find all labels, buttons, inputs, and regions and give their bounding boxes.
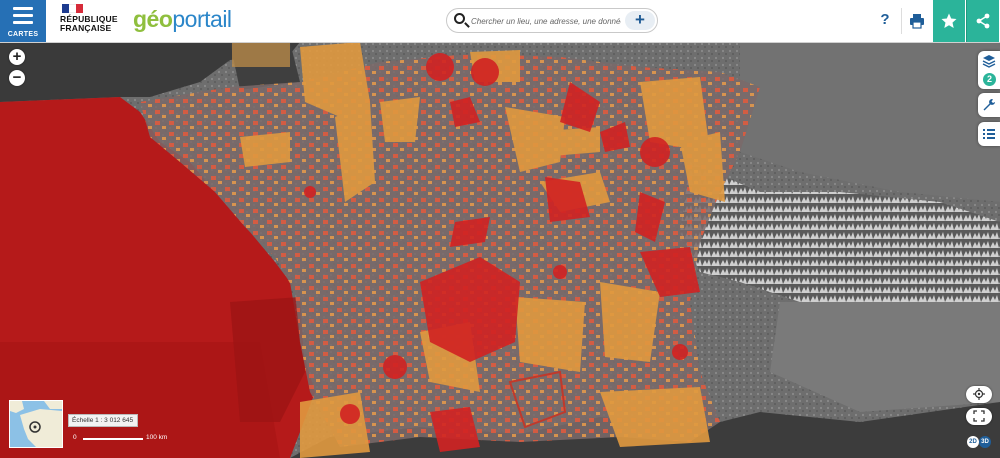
fullscreen-icon — [973, 410, 985, 422]
brand-geo: géo — [133, 6, 173, 32]
legend-button[interactable] — [978, 122, 1000, 146]
favorite-button[interactable] — [933, 0, 965, 42]
overview-map[interactable] — [9, 400, 63, 448]
top-bar: CARTES RÉPUBLIQUE FRANÇAISE géoportail +… — [0, 0, 1000, 43]
overview-map-canvas — [10, 401, 62, 447]
divider — [901, 8, 902, 34]
menu-label: CARTES — [7, 31, 39, 38]
view-2d-button[interactable]: 2D — [967, 436, 979, 448]
menu-button[interactable]: CARTES — [0, 0, 46, 42]
geoportail-logo[interactable]: géoportail — [133, 6, 232, 33]
geolocate-button[interactable] — [966, 386, 992, 403]
share-button[interactable] — [966, 0, 999, 42]
search-input[interactable] — [469, 12, 623, 30]
zoom-in-button[interactable]: + — [9, 49, 25, 65]
share-icon — [976, 13, 990, 29]
flag-icon — [62, 4, 84, 13]
search-bar: + — [446, 8, 658, 33]
geolocate-icon — [973, 388, 985, 400]
scale-readout: Échelle 1 : 3 012 645 — [68, 414, 138, 427]
tools-button[interactable] — [978, 93, 1000, 117]
search-add-button[interactable]: + — [625, 11, 655, 30]
brand-portail: portail — [172, 6, 232, 32]
view-3d-button[interactable]: 3D — [979, 436, 991, 448]
scale-distance: 100 km — [146, 434, 168, 441]
scale-bar: 0 100 km — [68, 432, 178, 443]
fullscreen-button[interactable] — [966, 408, 992, 425]
search-icon[interactable] — [454, 13, 465, 24]
wrench-icon — [983, 99, 995, 111]
layers-count-badge: 2 — [983, 73, 996, 86]
scale-line — [83, 438, 143, 440]
republique-text: RÉPUBLIQUE FRANÇAISE — [60, 15, 118, 33]
menu-icon — [13, 7, 33, 28]
republique-francaise-logo[interactable]: RÉPUBLIQUE FRANÇAISE — [60, 4, 120, 38]
view-dimension-toggle[interactable]: 2D 3D — [967, 430, 991, 448]
print-button[interactable] — [906, 8, 928, 34]
zoom-out-button[interactable]: − — [9, 70, 25, 86]
republique-line2: FRANÇAISE — [60, 23, 112, 33]
layers-button[interactable]: 2 — [978, 51, 1000, 89]
print-icon — [910, 14, 924, 29]
layers-icon — [982, 55, 996, 68]
map-view[interactable]: + − 2 2D 3D Échelle 1 : 3 012 645 0 100 k… — [0, 42, 1000, 458]
map-canvas — [0, 42, 1000, 458]
help-button[interactable]: ? — [876, 11, 894, 31]
star-icon — [941, 13, 957, 28]
scale-zero: 0 — [73, 434, 77, 441]
legend-icon — [983, 129, 995, 139]
